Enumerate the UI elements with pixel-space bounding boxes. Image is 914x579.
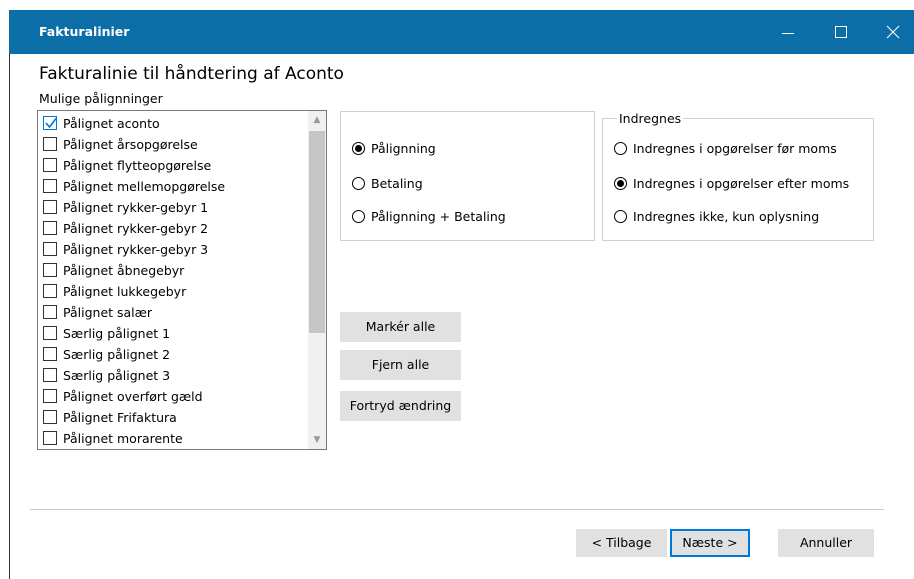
radio-icon — [614, 210, 627, 223]
checklist-item-label: Særlig pålignet 3 — [63, 367, 171, 383]
checkbox-icon[interactable] — [43, 410, 57, 424]
minimize-icon — [782, 33, 794, 34]
checklist-item[interactable]: Pålignet aconto — [43, 113, 160, 133]
checkbox-icon[interactable] — [43, 158, 57, 172]
radio-icon — [352, 142, 365, 155]
window-title: Fakturalinier — [39, 24, 130, 39]
checklist-item-label: Pålignet overført gæld — [63, 388, 203, 404]
remove-all-button[interactable]: Fjern alle — [340, 350, 461, 380]
checklist-item[interactable]: Særlig pålignet 3 — [43, 365, 170, 385]
checklist-item[interactable]: Pålignet overført gæld — [43, 386, 203, 406]
footer-separator — [30, 509, 884, 510]
checklist-item[interactable]: Pålignet salær — [43, 302, 152, 322]
checklist-item[interactable]: Pålignet flytteopgørelse — [43, 155, 211, 175]
checkbox-icon[interactable] — [43, 326, 57, 340]
indregnes-legend: Indregnes — [617, 111, 684, 126]
checklist-item-label: Pålignet mellemopgørelse — [63, 178, 226, 194]
indregnes-option-foer-moms[interactable]: Indregnes i opgørelser før moms — [614, 141, 837, 156]
checklist-item-label: Særlig pålignet 1 — [63, 325, 171, 341]
back-button[interactable]: < Tilbage — [576, 529, 667, 557]
checklist-item[interactable]: Særlig pålignet 1 — [43, 323, 170, 343]
indregnes-option-ikke[interactable]: Indregnes ikke, kun oplysning — [614, 209, 819, 224]
checklist-item-label: Særlig pålignet 2 — [63, 346, 171, 362]
maximize-button[interactable] — [827, 20, 855, 44]
mark-all-button[interactable]: Markér alle — [340, 312, 461, 342]
next-button[interactable]: Næste > — [670, 529, 750, 557]
checklist-item[interactable]: Pålignet rykker-gebyr 2 — [43, 218, 208, 238]
scroll-thumb[interactable] — [309, 131, 325, 333]
checkbox-icon[interactable] — [43, 284, 57, 298]
radio-label: Indregnes i opgørelser efter moms — [633, 176, 850, 191]
checkbox-icon[interactable] — [43, 431, 57, 445]
list-label: Mulige pålignninger — [39, 91, 163, 106]
close-icon — [886, 25, 900, 39]
checklist-item[interactable]: Pålignet rykker-gebyr 3 — [43, 239, 208, 259]
checklist-item-label: Pålignet aconto — [63, 115, 160, 131]
checklist-item-label: Pålignet Frifaktura — [63, 409, 177, 425]
checklist-item-label: Pålignet rykker-gebyr 1 — [63, 199, 209, 215]
checkbox-checked-icon[interactable] — [43, 116, 58, 130]
radio-icon — [352, 177, 365, 190]
checklist-item-label: Pålignet flytteopgørelse — [63, 157, 212, 173]
type-option-palignning[interactable]: Pålignning — [352, 141, 436, 156]
page-title: Fakturalinie til håndtering af Aconto — [39, 64, 344, 84]
checkbox-icon[interactable] — [43, 200, 57, 214]
checkbox-icon[interactable] — [43, 347, 57, 361]
radio-label: Betaling — [371, 176, 423, 191]
checklist-item-label: Pålignet salær — [63, 304, 153, 320]
checklist-item[interactable]: Pålignet Frifaktura — [43, 407, 177, 427]
checkbox-icon[interactable] — [43, 305, 57, 319]
checklist-item[interactable]: Pålignet åbnegebyr — [43, 260, 184, 280]
checkbox-icon[interactable] — [43, 242, 57, 256]
list-scrollbar[interactable]: ▲ ▼ — [308, 111, 326, 449]
checkbox-icon[interactable] — [43, 221, 57, 235]
checklist-item-label: Pålignet åbnegebyr — [63, 262, 185, 278]
checklist-item-label: Pålignet rykker-gebyr 2 — [63, 220, 209, 236]
checkbox-icon[interactable] — [43, 263, 57, 277]
cancel-button[interactable]: Annuller — [778, 529, 874, 557]
checklist-item-label: Pålignet morarente — [63, 430, 183, 446]
checklist-item[interactable]: Pålignet årsopgørelse — [43, 134, 198, 154]
title-bar: Fakturalinier — [9, 10, 914, 54]
radio-label: Pålignning — [371, 141, 436, 156]
type-option-palignning-betaling[interactable]: Pålignning + Betaling — [352, 209, 506, 224]
checklist-item[interactable]: Pålignet lukkegebyr — [43, 281, 186, 301]
undo-change-button[interactable]: Fortryd ændring — [340, 391, 461, 421]
checkbox-icon[interactable] — [43, 137, 57, 151]
radio-icon — [352, 210, 365, 223]
checklist-item-label: Pålignet årsopgørelse — [63, 136, 198, 152]
window-border — [9, 54, 10, 579]
checklist-item-label: Pålignet rykker-gebyr 3 — [63, 241, 209, 257]
radio-label: Indregnes i opgørelser før moms — [633, 141, 837, 156]
checklist-item[interactable]: Pålignet rykker-gebyr 1 — [43, 197, 208, 217]
charges-checklist[interactable]: Pålignet aconto Pålignet årsopgørelse Påli… — [37, 110, 327, 450]
type-option-betaling[interactable]: Betaling — [352, 176, 423, 191]
checkbox-icon[interactable] — [43, 179, 57, 193]
indregnes-option-efter-moms[interactable]: Indregnes i opgørelser efter moms — [614, 176, 849, 191]
checkbox-icon[interactable] — [43, 368, 57, 382]
radio-label: Pålignning + Betaling — [371, 209, 506, 224]
checklist-item[interactable]: Pålignet morarente — [43, 428, 183, 448]
maximize-icon — [835, 26, 847, 38]
checklist-item[interactable]: Særlig pålignet 2 — [43, 344, 170, 364]
checklist-item-label: Pålignet lukkegebyr — [63, 283, 187, 299]
checkbox-icon[interactable] — [43, 389, 57, 403]
radio-icon — [614, 177, 627, 190]
scroll-up-icon[interactable]: ▲ — [308, 111, 326, 129]
radio-label: Indregnes ikke, kun oplysning — [633, 209, 820, 224]
scroll-down-icon[interactable]: ▼ — [308, 431, 326, 449]
close-button[interactable] — [879, 20, 907, 44]
radio-icon — [614, 142, 627, 155]
checklist-item[interactable]: Pålignet mellemopgørelse — [43, 176, 225, 196]
minimize-button[interactable] — [774, 20, 802, 44]
